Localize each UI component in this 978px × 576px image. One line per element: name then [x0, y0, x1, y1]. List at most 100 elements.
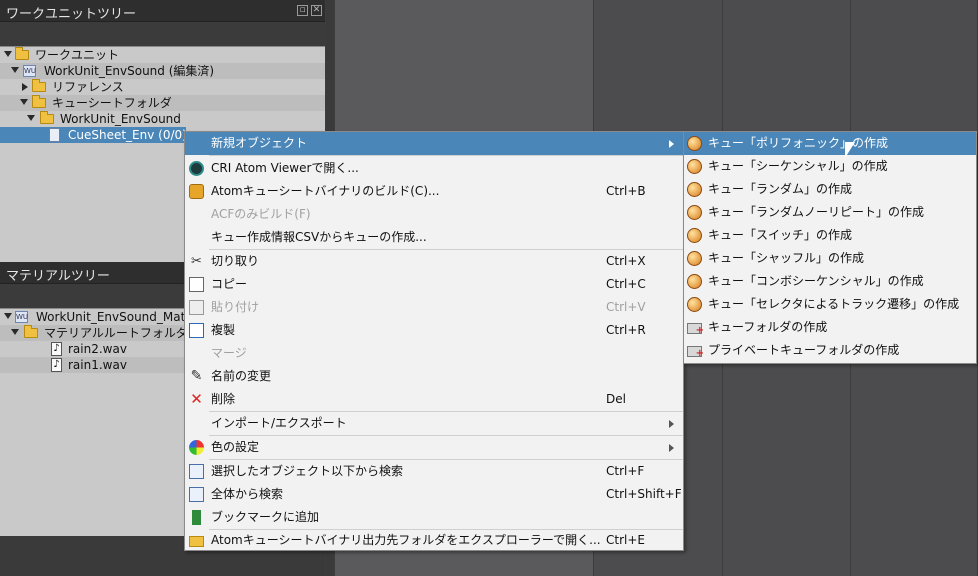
menu-item-label: 新規オブジェクト — [211, 136, 308, 150]
tree-item-label: rain1.wav — [68, 358, 127, 372]
tree-item-label: ワークユニット — [35, 48, 120, 62]
submenu-item-cue-random-norepeat[interactable]: キュー「ランダムノーリピート」の作成 — [684, 201, 976, 224]
menu-item-search-selected[interactable]: 選択したオブジェクト以下から検索 Ctrl+F — [185, 460, 683, 483]
menu-item-label: キュー「ポリフォニック」の作成 — [708, 136, 889, 150]
build-icon — [189, 184, 204, 199]
submenu-item-cue-folder[interactable]: キューフォルダの作成 — [684, 316, 976, 339]
menu-item-label: 複製 — [211, 323, 236, 337]
tree-item-reference[interactable]: リファレンス — [0, 79, 325, 95]
menu-item-build-acf[interactable]: ACFのみビルド(F) — [185, 203, 683, 226]
menu-item-delete[interactable]: ✕ 削除 Del — [185, 388, 683, 411]
menu-item-shortcut: Ctrl+V — [606, 300, 646, 314]
menu-item-label: キュー「ランダムノーリピート」の作成 — [708, 205, 925, 219]
submenu-item-private-cue-folder[interactable]: プライベートキューフォルダの作成 — [684, 339, 976, 362]
copy-icon — [189, 277, 204, 292]
tree-item-cuesheet-folder[interactable]: キューシートフォルダ — [0, 95, 325, 111]
tree-item-label: WorkUnit_EnvSound_Materi — [36, 310, 201, 324]
menu-item-label: ブックマークに追加 — [211, 510, 320, 524]
menu-item-search-all[interactable]: 全体から検索 Ctrl+Shift+F — [185, 483, 683, 506]
close-icon[interactable]: ✕ — [311, 5, 322, 16]
menu-item-shortcut: Ctrl+C — [606, 277, 646, 291]
menu-item-label: キュー「シーケンシャル」の作成 — [708, 159, 888, 173]
workunit-panel-title-bar: ワークユニットツリー ▫ ✕ — [0, 0, 325, 22]
submenu-item-cue-random[interactable]: キュー「ランダム」の作成 — [684, 178, 976, 201]
cue-icon — [687, 205, 702, 220]
submenu-item-cue-polyphonic[interactable]: キュー「ポリフォニック」の作成 — [684, 132, 976, 155]
tree-item-workunit-folder[interactable]: WorkUnit_EnvSound — [0, 111, 325, 127]
menu-item-color-settings[interactable]: 色の設定 — [185, 436, 683, 459]
menu-item-copy[interactable]: コピー Ctrl+C — [185, 273, 683, 296]
menu-item-add-bookmark[interactable]: ブックマークに追加 — [185, 506, 683, 529]
menu-item-label: 選択したオブジェクト以下から検索 — [211, 464, 404, 478]
pencil-icon: ✎ — [190, 368, 203, 384]
new-object-submenu: キュー「ポリフォニック」の作成 キュー「シーケンシャル」の作成 キュー「ランダム… — [683, 131, 977, 364]
color-wheel-icon — [189, 440, 204, 455]
menu-item-shortcut: Ctrl+B — [606, 184, 646, 198]
tree-item-workunit-root[interactable]: ワークユニット — [0, 47, 325, 63]
submenu-item-cue-combo-sequential[interactable]: キュー「コンボシーケンシャル」の作成 — [684, 270, 976, 293]
submenu-item-cue-switch[interactable]: キュー「スイッチ」の作成 — [684, 224, 976, 247]
cue-icon — [687, 297, 702, 312]
menu-item-open-atom-viewer[interactable]: CRI Atom Viewerで開く... — [185, 157, 683, 180]
tree-item-label: リファレンス — [52, 80, 124, 94]
delete-x-icon: ✕ — [190, 390, 203, 408]
submenu-item-cue-shuffle[interactable]: キュー「シャッフル」の作成 — [684, 247, 976, 270]
expand-arrow-icon[interactable] — [11, 329, 19, 335]
tree-item-label: WorkUnit_EnvSound (編集済) — [44, 64, 215, 78]
cue-folder-icon — [687, 346, 704, 361]
menu-item-open-output-folder[interactable]: Atomキューシートバイナリ出力先フォルダをエクスプローラーで開く... Ctr… — [185, 529, 683, 552]
paste-icon — [189, 300, 204, 315]
folder-open-icon — [40, 111, 54, 124]
folder-icon — [32, 79, 46, 92]
collapse-arrow-icon[interactable] — [22, 83, 28, 91]
menu-item-label: キュー「セレクタによるトラック遷移」の作成 — [708, 297, 960, 311]
menu-item-import-export[interactable]: インポート/エクスポート — [185, 412, 683, 435]
folder-open-icon — [24, 325, 38, 338]
menu-separator — [209, 155, 683, 156]
float-panel-icon[interactable]: ▫ — [297, 5, 308, 16]
menu-item-label: 削除 — [211, 392, 236, 406]
workunit-icon: WU — [23, 65, 37, 77]
menu-item-label: コピー — [211, 277, 248, 291]
tree-item-cuesheet[interactable]: CueSheet_Env (0/0) — [0, 127, 187, 143]
expand-arrow-icon[interactable] — [27, 115, 35, 121]
menu-item-shortcut: Del — [606, 392, 626, 406]
folder-open-icon — [32, 95, 46, 108]
scissors-icon: ✂ — [191, 254, 202, 269]
search-icon — [189, 464, 204, 479]
menu-item-label: CRI Atom Viewerで開く... — [211, 161, 359, 175]
menu-item-label: キュー「スイッチ」の作成 — [708, 228, 853, 242]
menu-item-build-cuesheet[interactable]: Atomキューシートバイナリのビルド(C)... Ctrl+B — [185, 180, 683, 203]
expand-arrow-icon[interactable] — [4, 51, 12, 57]
cue-icon — [687, 159, 702, 174]
submenu-arrow-icon — [669, 140, 674, 148]
menu-item-cut[interactable]: ✂ 切り取り Ctrl+X — [185, 250, 683, 273]
wav-file-icon: ♪ — [51, 358, 62, 372]
menu-item-rename[interactable]: ✎ 名前の変更 — [185, 365, 683, 388]
menu-item-label: キューフォルダの作成 — [708, 320, 828, 334]
menu-item-new-object[interactable]: 新規オブジェクト — [185, 132, 683, 155]
cue-folder-icon — [687, 323, 704, 338]
submenu-item-cue-selector-track[interactable]: キュー「セレクタによるトラック遷移」の作成 — [684, 293, 976, 316]
menu-item-duplicate[interactable]: 複製 Ctrl+R — [185, 319, 683, 342]
bookmark-icon — [192, 510, 201, 525]
menu-item-label: 切り取り — [211, 254, 260, 268]
wav-file-icon: ♪ — [51, 342, 62, 356]
menu-item-label: 色の設定 — [211, 440, 260, 454]
menu-item-label: 名前の変更 — [211, 369, 272, 383]
expand-arrow-icon[interactable] — [20, 99, 28, 105]
menu-item-label: Atomキューシートバイナリ出力先フォルダをエクスプローラーで開く... — [211, 533, 601, 547]
menu-item-create-cue-from-csv[interactable]: キュー作成情報CSVからキューの作成... — [185, 226, 683, 249]
submenu-item-cue-sequential[interactable]: キュー「シーケンシャル」の作成 — [684, 155, 976, 178]
expand-arrow-icon[interactable] — [11, 67, 19, 73]
menu-item-label: ACFのみビルド(F) — [211, 207, 311, 221]
expand-arrow-icon[interactable] — [4, 313, 12, 319]
menu-item-merge[interactable]: マージ — [185, 342, 683, 365]
cuesheet-icon — [49, 128, 60, 142]
search-icon — [189, 487, 204, 502]
menu-item-paste[interactable]: 貼り付け Ctrl+V — [185, 296, 683, 319]
menu-item-shortcut: Ctrl+Shift+F — [606, 487, 682, 501]
tree-item-workunit[interactable]: WU WorkUnit_EnvSound (編集済) — [0, 63, 325, 79]
atom-viewer-icon — [189, 161, 204, 176]
menu-item-shortcut: Ctrl+F — [606, 464, 645, 478]
